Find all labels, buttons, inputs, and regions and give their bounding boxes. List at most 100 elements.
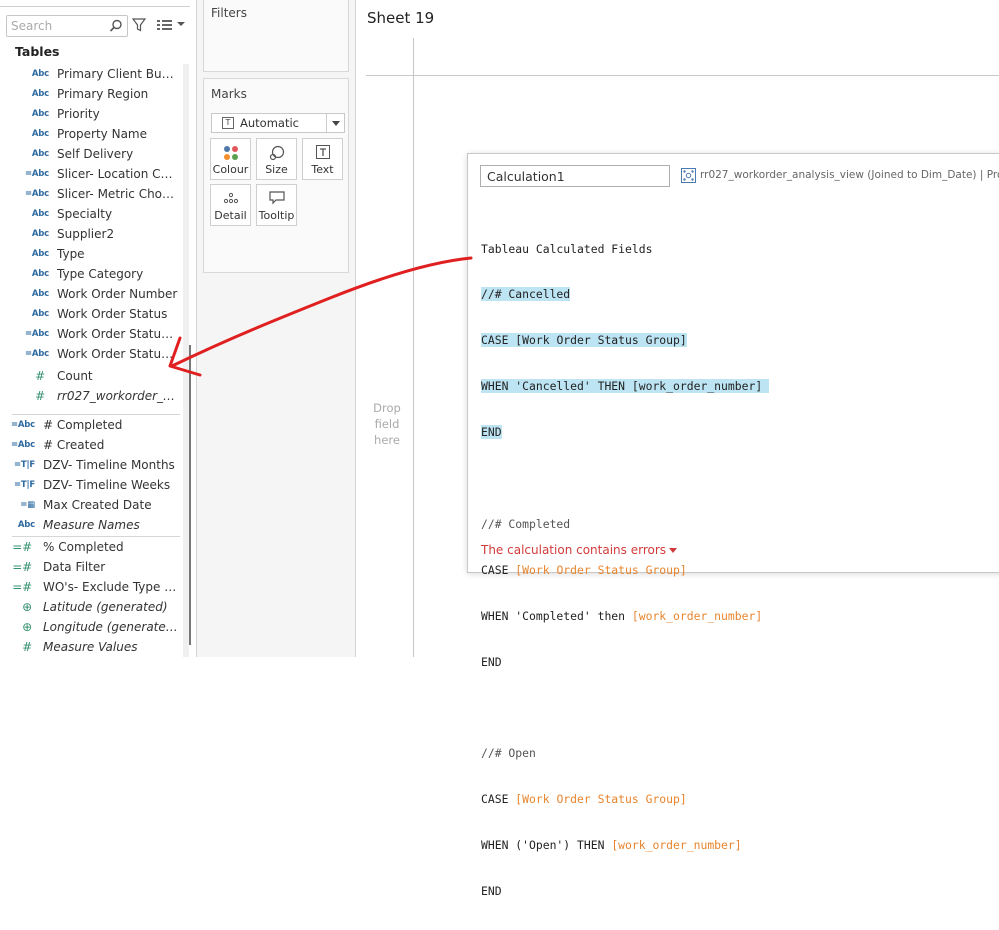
field-item[interactable]: =Abc Work Order Status (...: [0, 324, 182, 344]
field-type-icon: =Abc: [10, 440, 35, 450]
field-name: # Created: [43, 438, 105, 452]
field-type-icon: =T|F: [13, 460, 35, 470]
tables-heading: Tables: [15, 44, 60, 59]
search-box[interactable]: [6, 15, 128, 37]
field-name: Measure Values: [43, 640, 138, 654]
size-button[interactable]: Size: [256, 138, 297, 180]
field-item[interactable]: =# WO's- Exclude Type Ca...: [0, 577, 182, 597]
field-name: Slicer- Metric Choos...: [57, 187, 178, 201]
field-name: Property Name: [57, 127, 147, 141]
field-item[interactable]: # Measure Values: [0, 637, 182, 657]
tooltip-label: Tooltip: [258, 209, 295, 222]
field-item[interactable]: =Abc Slicer- Metric Choos...: [0, 184, 182, 204]
field-item[interactable]: Abc Self Delivery: [0, 144, 182, 164]
field-type-icon: Abc: [31, 309, 49, 319]
field-item[interactable]: Abc Property Name: [0, 124, 182, 144]
code-text: CASE: [481, 792, 516, 807]
field-name: Type: [57, 247, 85, 261]
field-item[interactable]: =▦ Max Created Date: [0, 495, 182, 515]
error-text: The calculation contains errors: [481, 543, 667, 557]
field-item[interactable]: =T|F DZV- Timeline Weeks: [0, 475, 182, 495]
field-item[interactable]: ⊕ Longitude (generated): [0, 617, 182, 637]
field-type-icon: Abc: [31, 229, 49, 239]
canvas-divider: [413, 38, 414, 657]
code-line: Tableau Calculated Fields: [481, 242, 999, 257]
field-name: Work Order Status: [57, 307, 168, 321]
field-type-icon: Abc: [31, 109, 49, 119]
field-item[interactable]: Abc Primary Region: [0, 84, 182, 104]
field-item[interactable]: Abc Measure Names: [0, 515, 182, 535]
field-item[interactable]: Abc Supplier2: [0, 224, 182, 244]
formula-editor[interactable]: Tableau Calculated Fields //# Cancelled …: [481, 211, 999, 930]
sheet-title[interactable]: Sheet 19: [367, 9, 434, 27]
code-text: END: [481, 884, 502, 899]
field-name: WO's- Exclude Type Ca...: [43, 580, 178, 594]
filters-shelf[interactable]: Filters: [203, 0, 349, 72]
field-reference: [Work Order Status Group]: [515, 792, 687, 807]
field-type-icon: ⊕: [22, 620, 32, 634]
field-item[interactable]: Abc Type Category: [0, 264, 182, 284]
drop-field-zone[interactable]: Drop field here: [367, 400, 407, 448]
caret-down-icon: [669, 548, 678, 553]
field-type-icon: =#: [12, 580, 32, 594]
field-type-icon: =Abc: [10, 420, 35, 430]
field-item[interactable]: Abc Priority: [0, 104, 182, 124]
field-reference: [Work Order Status Group]: [515, 562, 687, 577]
code-line: CASE [Work Order Status Group]: [481, 792, 999, 807]
field-item[interactable]: =# % Completed: [0, 537, 182, 557]
field-type-icon: #: [35, 389, 45, 403]
detail-icon: [223, 192, 238, 204]
chevron-down-icon[interactable]: [176, 19, 186, 29]
detail-button[interactable]: Detail: [210, 184, 251, 226]
field-item[interactable]: Abc Type: [0, 244, 182, 264]
chevron-down-icon[interactable]: [326, 114, 344, 132]
colour-button[interactable]: Colour: [210, 138, 251, 180]
code-text: //# Cancelled: [481, 287, 571, 302]
drop-text-line: Drop: [373, 401, 401, 415]
calculation-name-input[interactable]: [480, 165, 670, 187]
field-item[interactable]: =T|F DZV- Timeline Months: [0, 455, 182, 475]
code-text: END: [481, 425, 502, 440]
field-item[interactable]: Abc Work Order Status: [0, 304, 182, 324]
search-input[interactable]: [11, 18, 109, 34]
code-text: WHEN 'Cancelled' THEN: [481, 379, 632, 394]
field-type-icon: Abc: [31, 269, 49, 279]
field-type-icon: =▦: [20, 500, 35, 510]
field-item[interactable]: # Count: [0, 366, 182, 386]
text-button[interactable]: Text: [302, 138, 343, 180]
field-item[interactable]: =Abc # Completed: [0, 415, 182, 435]
field-item[interactable]: =# Data Filter: [0, 557, 182, 577]
filter-icon[interactable]: [132, 18, 146, 32]
code-text: WHEN 'Completed' then: [481, 608, 632, 623]
field-name: Longitude (generated): [43, 620, 178, 634]
field-item[interactable]: Abc Work Order Number: [0, 284, 182, 304]
field-item[interactable]: =Abc # Created: [0, 435, 182, 455]
scrollbar-thumb[interactable]: [189, 345, 191, 645]
field-name: Slicer- Location Cho...: [57, 167, 178, 181]
field-item[interactable]: ⊕ Latitude (generated): [0, 597, 182, 617]
data-pane: Tables Abc Primary Client Busi... Abc Prima…: [0, 0, 197, 657]
search-icon[interactable]: [109, 19, 123, 33]
field-item[interactable]: Abc Primary Client Busi...: [0, 64, 182, 84]
field-item[interactable]: =Abc Work Order Status ...: [0, 344, 182, 364]
field-item[interactable]: # rr027_workorder_a...: [0, 386, 182, 406]
field-name: Priority: [57, 107, 100, 121]
mark-type-dropdown[interactable]: T Automatic: [211, 113, 345, 133]
code-text: //# Completed: [481, 516, 571, 531]
field-type-icon: =Abc: [24, 349, 49, 359]
data-source-icon: [681, 168, 696, 183]
colour-label: Colour: [212, 163, 249, 176]
field-item[interactable]: Abc Specialty: [0, 204, 182, 224]
field-name: Specialty: [57, 207, 113, 221]
size-icon: [269, 145, 284, 161]
calculation-error-message[interactable]: The calculation contains errors: [481, 543, 678, 557]
field-item[interactable]: =Abc Slicer- Location Cho...: [0, 164, 182, 184]
list-view-icon[interactable]: [157, 19, 173, 31]
text-label: Text: [311, 163, 334, 176]
field-name: Supplier2: [57, 227, 115, 241]
field-name: Work Order Status ...: [57, 347, 178, 361]
tooltip-button[interactable]: Tooltip: [256, 184, 297, 226]
field-name: Count: [57, 369, 93, 383]
colour-icon: [223, 146, 238, 160]
